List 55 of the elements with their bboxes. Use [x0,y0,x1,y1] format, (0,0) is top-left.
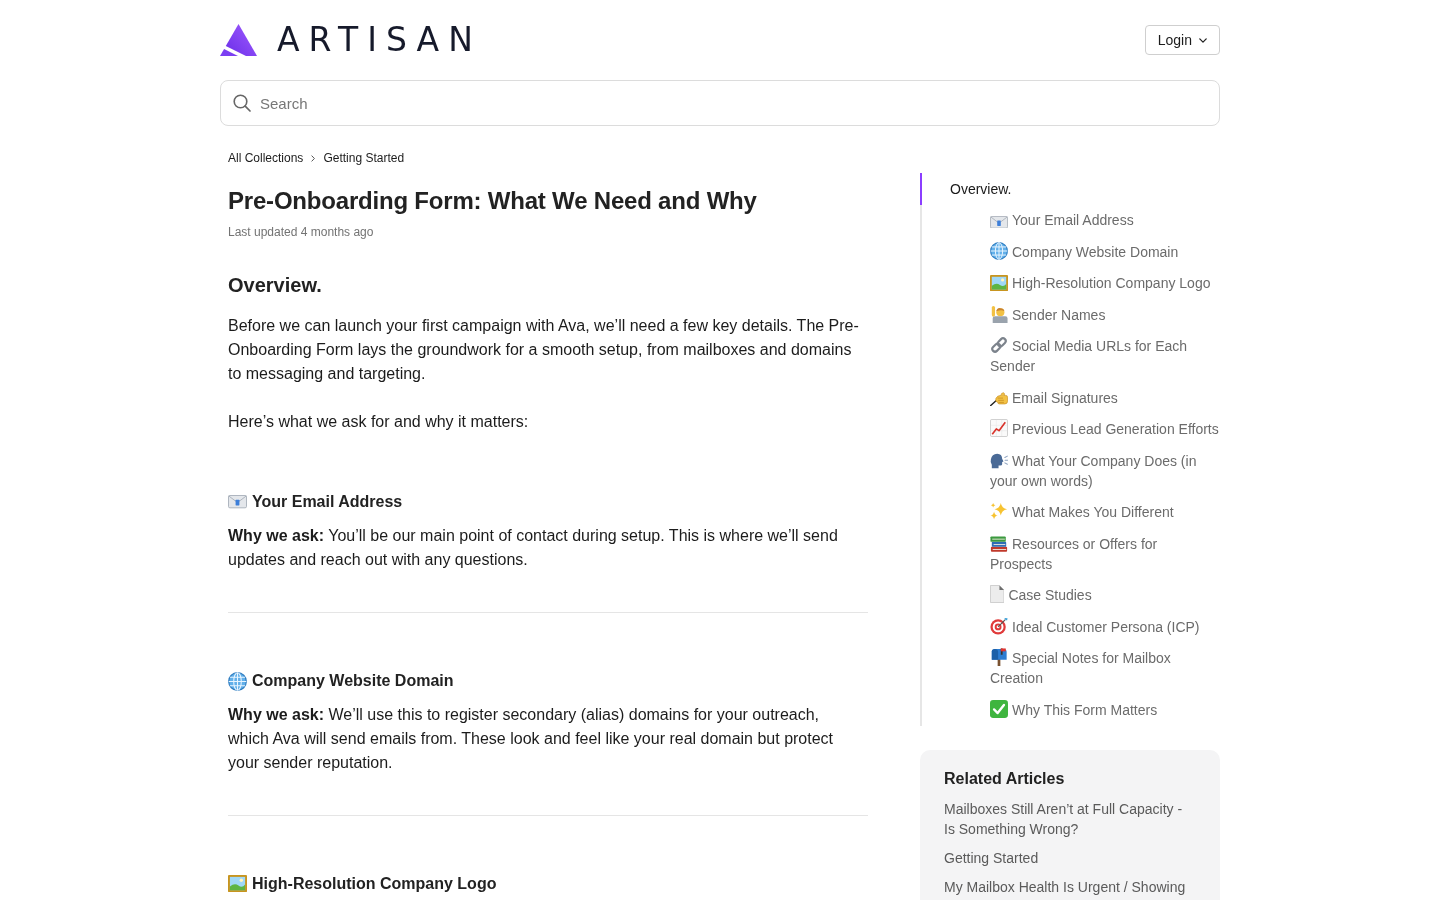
toc-link[interactable]: Your Email Address [920,204,1220,236]
article-title: Pre-Onboarding Form: What We Need and Why [228,186,758,216]
brand-wordmark: ARTISAN [277,23,482,57]
toc-link[interactable]: High-Resolution Company Logo [920,267,1220,299]
related-article-link[interactable]: Mailboxes Still Aren’t at Full Capacity - Is Something Wrong? [944,798,1196,839]
section-paragraph: Why we ask: We’ll use this to register secondary (alias) domains for your outreach, which Ava will send emails from. These look and feel like your real domain but protect your sender reputation. [228,705,835,773]
mailbox-icon [990,648,1008,667]
framed-picture-icon [990,275,1008,292]
chain-link-icon [990,336,1008,355]
toc-link[interactable]: Ideal Customer Persona (ICP) [920,611,1220,643]
triangle-logo-icon [220,24,257,56]
globe-icon [990,241,1008,260]
check-icon [990,699,1008,718]
chevron-down-icon [1199,37,1207,43]
related-articles-title: Related Articles [944,768,1066,789]
section-title: Overview. [228,273,323,298]
section-heading: Company Website Domain [252,671,454,691]
toc-link[interactable]: Previous Lead Generation Efforts [920,413,1220,445]
related-article-link[interactable]: My Mailbox Health Is Urgent / Showing [944,876,1196,897]
document-icon [990,585,1005,604]
login-button[interactable]: Login [1144,25,1220,55]
toc-link[interactable]: What Makes You Different [920,496,1220,528]
body-paragraph: Before we can launch your first campaign with Ava, we’ll need a few key details. The Pre-Onboarding Form lays the groundwork for a smooth setup, from mailboxes and domains to messaging and targeting. [228,316,860,384]
person-raising-hand-icon [990,304,1008,323]
chevron-right-icon [311,154,316,162]
writing-hand-icon [990,389,1008,406]
toc-link[interactable]: What Your Company Does (in your own words) [920,445,1220,497]
target-icon [990,616,1008,635]
toc-link[interactable]: Social Media URLs for Each Sender [920,330,1220,382]
body-paragraph: Here’s what we ask for and why it matters: [228,412,530,432]
toc-link[interactable]: Overview. [920,173,1220,205]
globe-icon [228,671,247,691]
section-paragraph: Why we ask: You’ll be our main point of contact during setup. This is where we’ll send updates and reach out with any questions. [228,526,839,570]
breadcrumb-link[interactable]: All Collections [228,150,304,166]
toc-link[interactable]: Case Studies [920,579,1220,611]
speaking-head-icon [990,452,1008,469]
toc-link[interactable]: Sender Names [920,299,1220,331]
toc-link[interactable]: Resources or Offers for Prospects [920,528,1220,580]
section-heading: Your Email Address [252,492,403,512]
toc-link[interactable]: Special Notes for Mailbox Creation [920,642,1220,694]
toc-link[interactable]: Company Website Domain [920,236,1220,268]
search-icon [233,94,251,112]
envelope-icon [228,495,247,509]
related-article-link[interactable]: Getting Started [944,847,1196,868]
chart-increasing-icon [990,419,1008,438]
last-updated-text: Last updated 4 months ago [228,224,375,240]
sparkles-icon [990,502,1008,521]
books-icon [990,535,1008,552]
toc-link[interactable]: Why This Form Matters [920,694,1220,726]
toc-link[interactable]: Email Signatures [920,382,1220,414]
breadcrumb-link[interactable]: Getting Started [323,150,405,166]
framed-picture-icon [228,875,247,893]
section-heading: High-Resolution Company Logo [252,874,497,894]
search-field[interactable]: Search [220,80,1220,126]
envelope-icon [990,215,1008,229]
